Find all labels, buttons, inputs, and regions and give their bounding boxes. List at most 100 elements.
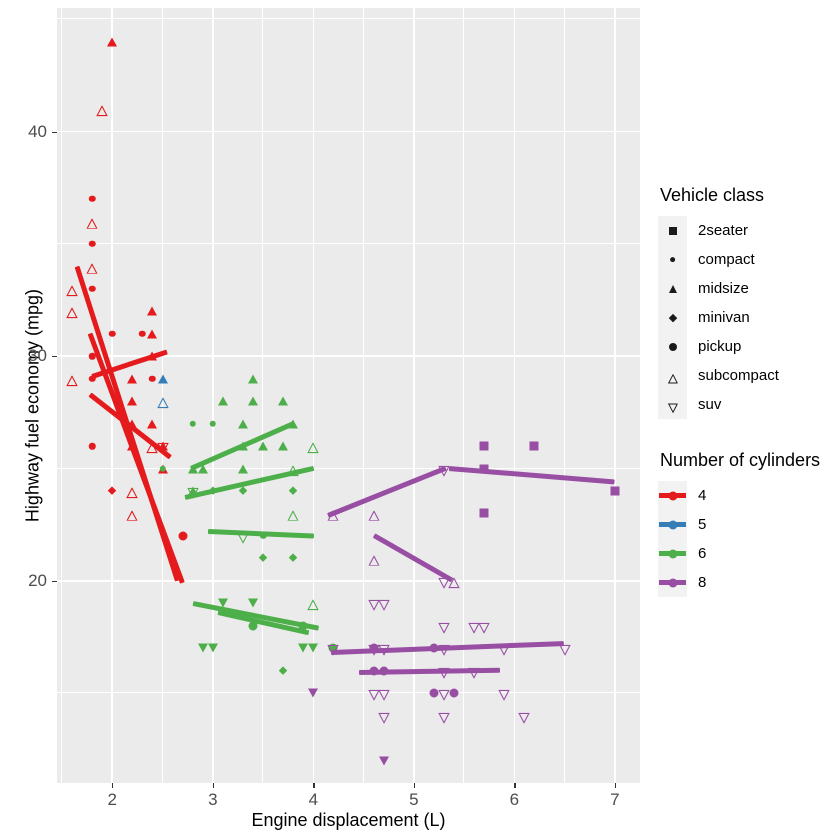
- y-tick-label: 40: [28, 121, 47, 141]
- data-point: [157, 464, 168, 473]
- legend-item-cyl-6[interactable]: 6: [658, 539, 820, 568]
- legend-item-midsize[interactable]: midsize: [658, 274, 779, 303]
- legend-key-diamond-filled-icon: [658, 303, 687, 332]
- gridline-vertical: [614, 8, 616, 783]
- data-point: [287, 508, 299, 521]
- legend-label: subcompact: [698, 367, 779, 384]
- x-tick-mark: [313, 783, 315, 788]
- data-point: [367, 553, 380, 566]
- data-point: [157, 374, 168, 384]
- data-point: [197, 643, 208, 653]
- legend-item-suv[interactable]: suv: [658, 390, 779, 419]
- trend-line: [327, 466, 447, 518]
- x-tick-label: 7: [610, 790, 620, 809]
- legend-key-circle-small-filled-icon: [658, 245, 687, 274]
- data-point: [258, 441, 269, 451]
- y-tick-mark: [52, 356, 57, 358]
- data-point: [308, 643, 319, 653]
- x-tick-label: 5: [409, 790, 419, 809]
- data-point: [298, 643, 309, 653]
- gridline-vertical: [463, 8, 465, 783]
- gridline-horizontal: [57, 243, 640, 244]
- data-point: [147, 306, 158, 316]
- y-tick-label: 30: [28, 346, 47, 366]
- data-point: [288, 553, 298, 563]
- legend-label: minivan: [698, 309, 750, 326]
- y-axis-label: Highway fuel economy (mpg): [22, 288, 43, 523]
- data-point: [66, 373, 78, 386]
- gridline-vertical: [61, 8, 63, 783]
- legend-item-minivan[interactable]: minivan: [658, 303, 779, 332]
- legend-label: midsize: [698, 280, 749, 297]
- legend-item-cyl-8[interactable]: 8: [658, 568, 820, 597]
- data-point: [479, 508, 489, 518]
- data-point: [248, 598, 258, 608]
- legend-item-cyl-4[interactable]: 4: [658, 481, 820, 510]
- data-point: [237, 419, 248, 429]
- legend-key-square-filled-icon: [658, 216, 687, 245]
- data-point: [478, 620, 490, 634]
- gridline-vertical: [563, 8, 565, 783]
- legend-key-line-point-icon: [658, 539, 687, 568]
- legend-key-circle-filled-icon: [658, 332, 687, 361]
- legend-item-cyl-5[interactable]: 5: [658, 510, 820, 539]
- legend-key-line-point-icon: [658, 481, 687, 510]
- legend-label: 5: [698, 516, 707, 533]
- data-point: [88, 195, 96, 203]
- data-point: [88, 285, 96, 293]
- legend-item-2seater[interactable]: 2seater: [658, 216, 779, 245]
- data-point: [178, 531, 188, 541]
- data-point: [88, 442, 96, 450]
- data-point: [107, 37, 118, 47]
- legend-key-triangle-up-filled-icon: [658, 274, 687, 303]
- data-point: [308, 688, 319, 698]
- y-tick-label: 20: [28, 570, 47, 590]
- data-point: [377, 710, 390, 724]
- x-tick-label: 3: [208, 790, 218, 809]
- trend-line: [331, 641, 565, 656]
- data-point: [468, 620, 480, 634]
- data-point: [518, 710, 531, 724]
- data-point: [438, 620, 450, 634]
- data-point: [189, 420, 196, 427]
- gridline-horizontal: [57, 130, 640, 133]
- gridline-vertical: [262, 8, 264, 783]
- trend-line: [448, 466, 616, 485]
- legend-area: Vehicle class 2seater compact midsize miniv…: [658, 0, 840, 840]
- gridline-vertical: [413, 8, 415, 783]
- data-point: [217, 396, 228, 406]
- gridline-vertical: [513, 8, 516, 783]
- data-point: [248, 396, 258, 406]
- legend-key-line-point-icon: [658, 510, 687, 539]
- legend-label: 4: [698, 487, 707, 504]
- legend-label: 6: [698, 545, 707, 562]
- gridline-vertical: [362, 8, 364, 783]
- legend-key-triangle-up-open-icon: [658, 361, 687, 390]
- x-axis-label: Engine displacement (L): [251, 810, 446, 830]
- data-point: [238, 486, 248, 496]
- data-point: [378, 756, 389, 766]
- legend-item-compact[interactable]: compact: [658, 245, 779, 274]
- gridline-horizontal: [57, 580, 640, 582]
- data-point: [96, 104, 108, 117]
- legend-label: suv: [698, 396, 722, 413]
- x-tick-mark: [614, 783, 617, 788]
- data-point: [278, 396, 289, 406]
- data-point: [529, 441, 539, 451]
- legend-key-triangle-down-open-icon: [658, 390, 687, 419]
- data-point: [147, 419, 158, 429]
- data-point: [278, 666, 288, 676]
- plot-panel: [57, 8, 640, 783]
- data-point: [86, 261, 98, 274]
- legend-item-subcompact[interactable]: subcompact: [658, 361, 779, 390]
- data-point: [126, 486, 139, 499]
- data-point: [127, 396, 138, 406]
- data-point: [367, 508, 380, 521]
- data-point: [367, 598, 380, 612]
- gridline-vertical: [212, 8, 214, 783]
- y-tick-mark: [52, 131, 57, 133]
- legend-item-pickup[interactable]: pickup: [658, 332, 779, 361]
- data-point: [126, 508, 139, 521]
- legend-cylinders-rows: 4 5 6 8: [658, 481, 820, 597]
- x-tick-mark: [212, 783, 214, 788]
